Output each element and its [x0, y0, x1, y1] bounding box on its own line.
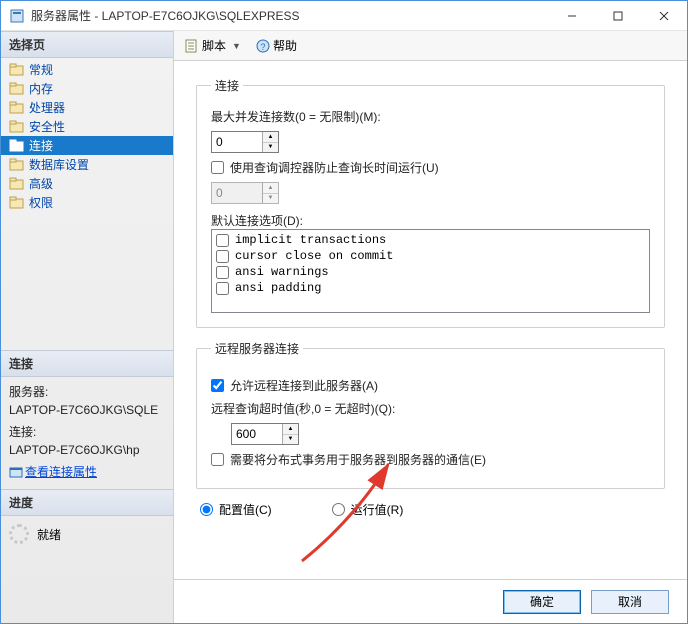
remote-group: 远程服务器连接 允许远程连接到此服务器(A) 远程查询超时值(秒,0 = 无超时… — [196, 340, 665, 489]
connections-legend: 连接 — [211, 77, 243, 94]
titlebar: 服务器属性 - LAPTOP-E7C6OJKG\SQLEXPRESS — [1, 1, 687, 31]
remote-legend: 远程服务器连接 — [211, 340, 303, 357]
governor-limit-input — [212, 183, 262, 203]
spin-down-icon[interactable]: ▼ — [283, 435, 298, 445]
select-page-header: 选择页 — [1, 31, 173, 58]
page-icon — [9, 63, 25, 77]
dtc-label: 需要将分布式事务用于服务器到服务器的通信(E) — [230, 451, 486, 468]
remote-timeout-spinner[interactable]: ▲▼ — [231, 423, 299, 445]
allow-remote-label: 允许远程连接到此服务器(A) — [230, 377, 378, 394]
help-icon: ? — [255, 38, 271, 54]
nav-item[interactable]: 常规 — [1, 60, 173, 79]
list-item[interactable]: ansi warnings — [216, 264, 645, 280]
content-area: 连接 最大并发连接数(0 = 无限制)(M): ▲▼ 使用查询调控器防止查询长时… — [174, 61, 687, 579]
nav-item[interactable]: 安全性 — [1, 117, 173, 136]
dtc-checkbox[interactable] — [211, 453, 224, 466]
svg-text:?: ? — [260, 42, 265, 52]
right-panel: 脚本 ▼ ? 帮助 连接 最大并发连接数(0 = 无限制)(M): ▲▼ — [174, 31, 687, 623]
page-icon — [9, 196, 25, 210]
nav-item-label: 高级 — [29, 175, 53, 192]
page-icon — [9, 177, 25, 191]
script-dropdown-icon[interactable]: ▼ — [228, 41, 245, 51]
default-options-listbox[interactable]: implicit transactions cursor close on com… — [211, 229, 650, 313]
progress-state: 就绪 — [37, 526, 61, 543]
governor-limit-spinner: ▲▼ — [211, 182, 279, 204]
ok-button[interactable]: 确定 — [503, 590, 581, 614]
script-icon — [184, 38, 200, 54]
spin-down-icon[interactable]: ▼ — [263, 143, 278, 153]
option-checkbox[interactable] — [216, 282, 229, 295]
nav-item-label: 数据库设置 — [29, 156, 89, 173]
list-item[interactable]: cursor close on commit — [216, 248, 645, 264]
option-checkbox[interactable] — [216, 250, 229, 263]
help-button[interactable]: 帮助 — [273, 37, 297, 54]
option-label: implicit transactions — [235, 233, 386, 247]
configured-radio[interactable]: 配置值(C) — [200, 501, 272, 518]
nav-item[interactable]: 连接 — [1, 136, 173, 155]
query-governor-label: 使用查询调控器防止查询长时间运行(U) — [230, 159, 439, 176]
page-icon — [9, 120, 25, 134]
max-connections-spinner[interactable]: ▲▼ — [211, 131, 279, 153]
server-properties-dialog: 服务器属性 - LAPTOP-E7C6OJKG\SQLEXPRESS 选择页 常… — [0, 0, 688, 624]
spin-up-icon[interactable]: ▲ — [263, 132, 278, 143]
progress-pane: 就绪 — [1, 516, 173, 552]
connection-pane: 服务器: LAPTOP-E7C6OJKG\SQLE 连接: LAPTOP-E7C… — [1, 377, 173, 489]
properties-icon — [9, 465, 23, 479]
window-title: 服务器属性 - LAPTOP-E7C6OJKG\SQLEXPRESS — [31, 7, 549, 24]
dialog-footer: 确定 取消 — [174, 579, 687, 623]
server-value: LAPTOP-E7C6OJKG\SQLE — [9, 401, 165, 419]
nav-item-label: 处理器 — [29, 99, 65, 116]
page-icon — [9, 158, 25, 172]
list-item[interactable]: ansi padding — [216, 280, 645, 296]
spin-up-icon[interactable]: ▲ — [283, 424, 298, 435]
page-icon — [9, 101, 25, 115]
remote-timeout-label: 远程查询超时值(秒,0 = 无超时)(Q): — [211, 400, 650, 417]
conn-label: 连接: — [9, 423, 165, 441]
connection-header: 连接 — [1, 350, 173, 377]
nav-item[interactable]: 内存 — [1, 79, 173, 98]
option-checkbox[interactable] — [216, 234, 229, 247]
spin-down-icon: ▼ — [263, 194, 278, 204]
nav-item[interactable]: 处理器 — [1, 98, 173, 117]
page-icon — [9, 82, 25, 96]
running-radio[interactable]: 运行值(R) — [332, 501, 404, 518]
close-button[interactable] — [641, 1, 687, 31]
spin-up-icon: ▲ — [263, 183, 278, 194]
nav-item-label: 常规 — [29, 61, 53, 78]
list-item[interactable]: implicit transactions — [216, 232, 645, 248]
minimize-button[interactable] — [549, 1, 595, 31]
server-icon — [9, 8, 25, 24]
remote-timeout-input[interactable] — [232, 424, 282, 444]
allow-remote-checkbox[interactable] — [211, 379, 224, 392]
server-label: 服务器: — [9, 383, 165, 401]
script-button[interactable]: 脚本 — [202, 37, 226, 54]
max-connections-input[interactable] — [212, 132, 262, 152]
page-nav-list: 常规内存处理器安全性连接数据库设置高级权限 — [1, 58, 173, 214]
view-connection-properties-link[interactable]: 查看连接属性 — [25, 463, 97, 481]
nav-item-label: 连接 — [29, 137, 53, 154]
progress-header: 进度 — [1, 489, 173, 516]
default-options-label: 默认连接选项(D): — [211, 212, 650, 229]
cancel-button[interactable]: 取消 — [591, 590, 669, 614]
page-icon — [9, 139, 25, 153]
nav-item[interactable]: 权限 — [1, 193, 173, 212]
nav-item-label: 内存 — [29, 80, 53, 97]
nav-item[interactable]: 数据库设置 — [1, 155, 173, 174]
maximize-button[interactable] — [595, 1, 641, 31]
conn-value: LAPTOP-E7C6OJKG\hp — [9, 441, 165, 459]
option-label: ansi padding — [235, 281, 321, 295]
max-connections-label: 最大并发连接数(0 = 无限制)(M): — [211, 108, 650, 125]
option-label: cursor close on commit — [235, 249, 393, 263]
option-checkbox[interactable] — [216, 266, 229, 279]
toolbar: 脚本 ▼ ? 帮助 — [174, 31, 687, 61]
nav-item-label: 安全性 — [29, 118, 65, 135]
connections-group: 连接 最大并发连接数(0 = 无限制)(M): ▲▼ 使用查询调控器防止查询长时… — [196, 77, 665, 328]
option-label: ansi warnings — [235, 265, 329, 279]
query-governor-checkbox[interactable] — [211, 161, 224, 174]
left-panel: 选择页 常规内存处理器安全性连接数据库设置高级权限 连接 服务器: LAPTOP… — [1, 31, 174, 623]
progress-spinner-icon — [9, 524, 29, 544]
nav-item-label: 权限 — [29, 194, 53, 211]
nav-item[interactable]: 高级 — [1, 174, 173, 193]
